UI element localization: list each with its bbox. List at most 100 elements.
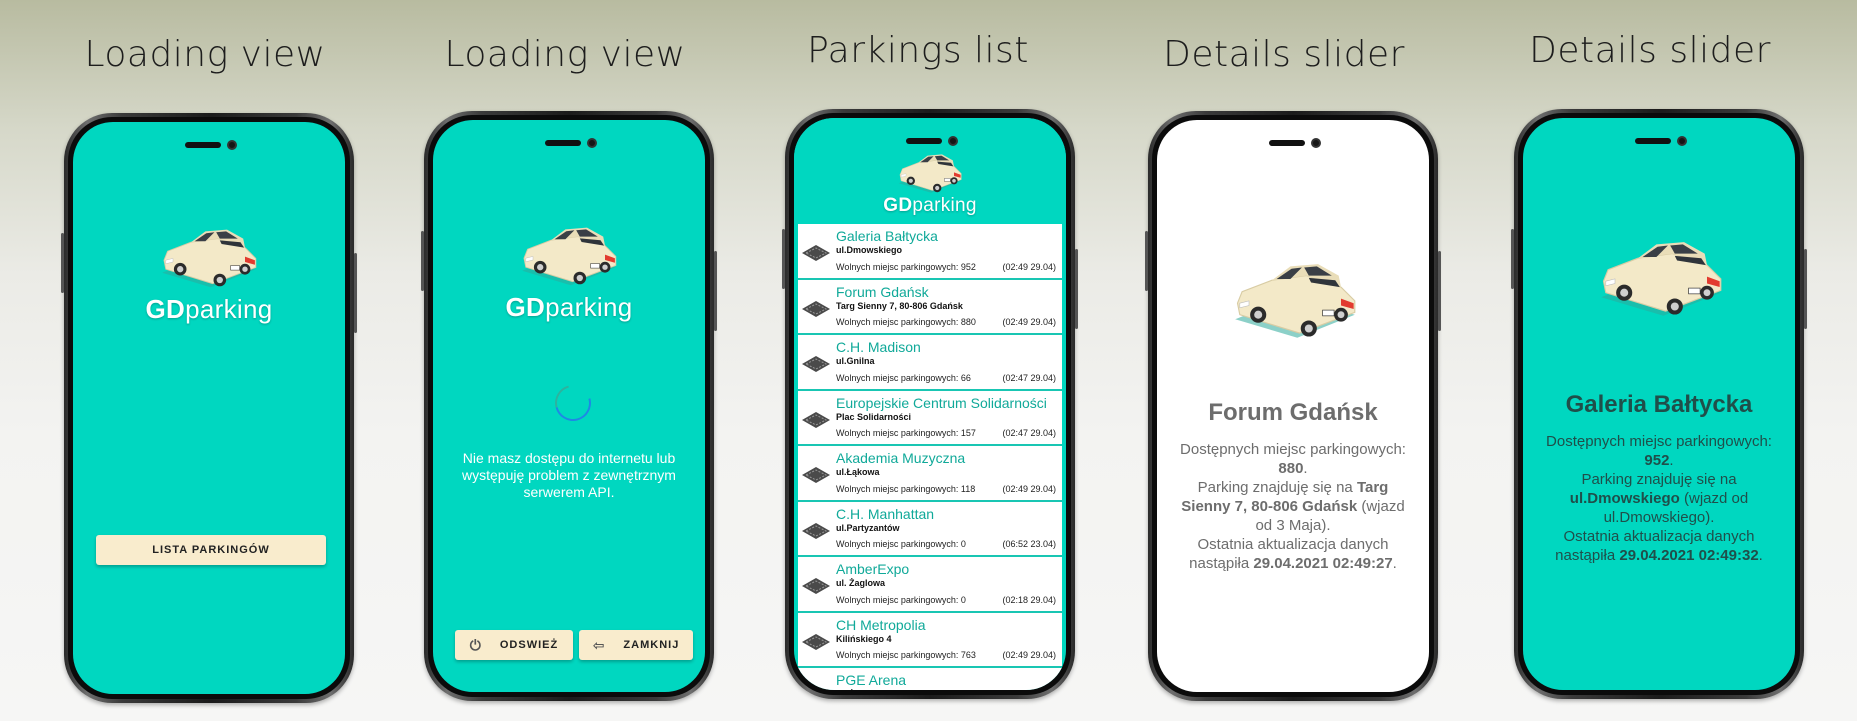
parking-address: ul. Żaglowa: [836, 689, 1062, 690]
parking-free-spaces: Wolnych miejsc parkingowych: 66: [836, 372, 971, 383]
update-value: 29.04.2021 02:49:27: [1253, 555, 1393, 572]
parking-update-time: (02:47 29.04): [1002, 372, 1056, 383]
speaker: [906, 138, 942, 144]
parkings-list[interactable]: Galeria Bałtycka ul.Dmowskiego Wolnych mie…: [798, 224, 1062, 690]
refresh-button[interactable]: ⏻ ODSWIEŻ: [455, 630, 573, 660]
parking-list-item[interactable]: Galeria Bałtycka ul.Dmowskiego Wolnych mie…: [798, 224, 1062, 280]
speaker: [185, 142, 221, 148]
parking-address: ul.Gnilna: [836, 356, 875, 366]
refresh-label: ODSWIEŻ: [499, 639, 559, 651]
parking-free-spaces: Wolnych miejsc parkingowych: 880: [836, 317, 976, 327]
parking-list-item[interactable]: AmberExpo ul. Żaglowa Wolnych miejsc parki…: [798, 557, 1062, 613]
camera: [1677, 136, 1687, 146]
parking-free-spaces: Wolnych miejsc parkingowych: 952: [836, 261, 976, 272]
phone-parkings-list: GDparking Galeria Bałtycka ul.Dmowskiego W…: [782, 109, 1078, 699]
loading-error-screen: GDparking Nie masz dostępu do internetu …: [433, 120, 705, 692]
parking-free-spaces: Wolnych miejsc parkingowych: 0: [836, 594, 966, 605]
parking-update-time: (02:49 29.04): [1002, 317, 1056, 327]
parking-list-item[interactable]: C.H. Manhattan ul.Partyzantów Wolnych miej…: [798, 502, 1062, 557]
location-prefix: Parking znajduję się na: [1581, 471, 1737, 488]
parking-update-time: (02:49 29.04): [1002, 261, 1056, 272]
camera: [587, 138, 597, 148]
parking-update-time: (02:49 29.04): [1002, 483, 1056, 494]
parking-icon: [801, 688, 831, 690]
panel-title-loading-2: Loading view: [444, 34, 686, 75]
parking-icon: [801, 244, 831, 262]
car-icon: [1600, 241, 1722, 317]
camera: [227, 140, 237, 150]
parking-name: C.H. Madison: [836, 339, 921, 355]
phone-loading-error-view: GDparking Nie masz dostępu do internetu …: [421, 111, 717, 701]
speaker: [545, 140, 581, 146]
parking-address: Kilińskiego 4: [836, 633, 892, 644]
brand-name: GDparking: [505, 292, 633, 322]
panel-title-loading-1: Loading view: [84, 34, 326, 75]
parking-update-time: (02:18 29.04): [1002, 594, 1056, 605]
camera: [1311, 138, 1321, 148]
parking-icon: [801, 633, 831, 650]
parking-list-item[interactable]: Akademia Muzyczna ul.Łąkowa Wolnych miejsc…: [798, 446, 1062, 502]
parking-icon: [801, 466, 831, 484]
loading-screen: GDparking LISTA PARKINGÓW: [73, 122, 345, 694]
parking-name: CH Metropolia: [836, 616, 926, 633]
speaker: [1269, 140, 1305, 146]
car-icon: [161, 229, 257, 288]
parking-icon: [801, 577, 831, 595]
update-value: 29.04.2021 02:49:32: [1619, 547, 1759, 564]
car-icon: [1234, 263, 1356, 339]
free-label: Dostępnych miejsc parkingowych:: [1180, 441, 1406, 458]
camera: [948, 136, 958, 146]
parking-update-time: (02:47 29.04): [1002, 428, 1056, 438]
parking-name: C.H. Manhattan: [836, 505, 935, 522]
parking-address: ul.Partyzantów: [836, 522, 900, 533]
parking-free-spaces: Wolnych miejsc parkingowych: 0: [836, 539, 966, 549]
car-icon: [898, 154, 962, 194]
parking-update-time: (06:52 23.04): [1002, 539, 1056, 549]
parking-name: Europejskie Centrum Solidarności: [836, 394, 1047, 411]
details-screen-forum: Forum Gdańsk Dostępnych miejsc parkingow…: [1157, 120, 1429, 692]
location-value: ul.Dmowskiego: [1569, 490, 1680, 507]
panel-title-details-1: Details slider: [1163, 34, 1405, 75]
close-button[interactable]: ⇦ ZAMKNIJ: [579, 630, 693, 660]
list-header: GDparking: [794, 118, 1066, 224]
panel-title-details-2: Details slider: [1529, 30, 1771, 71]
parking-details: Dostępnych miejsc parkingowych: 952. Par…: [1546, 433, 1772, 564]
free-value: 952: [1644, 452, 1670, 469]
parking-update-time: (02:49 29.04): [1002, 650, 1056, 660]
parking-name: Galeria Bałtycka: [1565, 391, 1753, 418]
parking-details: Dostępnych miejsc parkingowych: 880. Par…: [1180, 441, 1406, 572]
parking-address: ul. Żaglowa: [836, 578, 886, 588]
parking-name: Akademia Muzyczna: [836, 450, 966, 466]
parking-list-item[interactable]: Forum Gdańsk Targ Sienny 7, 80-806 Gdańsk…: [798, 280, 1062, 335]
phone-details-forum: Forum Gdańsk Dostępnych miejsc parkingow…: [1145, 111, 1441, 701]
exit-icon: ⇦: [592, 636, 606, 653]
parking-list-item[interactable]: CH Metropolia Kilińskiego 4 Wolnych miejsc…: [798, 613, 1062, 668]
parking-name: PGE Arena: [836, 672, 907, 688]
app-logo: GDparking: [73, 217, 345, 325]
location-prefix: Parking znajduję się na: [1197, 479, 1353, 496]
parking-address: Targ Sienny 7, 80-806 Gdańsk: [836, 300, 963, 311]
connection-error-message: Nie masz dostępu do internetu lub występ…: [462, 450, 676, 500]
parking-free-spaces: Wolnych miejsc parkingowych: 763: [836, 650, 976, 660]
free-label: Dostępnych miejsc parkingowych:: [1546, 433, 1772, 450]
parking-icon: [801, 522, 831, 539]
parkings-list-button[interactable]: LISTA PARKINGÓW: [96, 535, 326, 565]
phone-loading-view: GDparking LISTA PARKINGÓW: [61, 113, 357, 703]
parking-icon: [801, 300, 831, 317]
parking-icon: [801, 411, 831, 428]
parking-free-spaces: Wolnych miejsc parkingowych: 118: [836, 483, 976, 494]
parking-free-spaces: Wolnych miejsc parkingowych: 157: [836, 428, 976, 438]
parking-list-item[interactable]: PGE Arenaul. Żaglowa: [798, 668, 1062, 690]
parking-address: ul.Dmowskiego: [836, 245, 903, 255]
loading-spinner-track: [548, 378, 598, 428]
details-screen-galeria: Galeria Bałtycka Dostępnych miejsc parki…: [1523, 118, 1795, 690]
parking-list-item[interactable]: C.H. Madison ul.Gnilna Wolnych miejsc park…: [798, 335, 1062, 391]
speaker: [1635, 138, 1671, 144]
parking-list-item[interactable]: Europejskie Centrum Solidarności Plac Sol…: [798, 391, 1062, 446]
car-icon: [521, 227, 617, 286]
parking-name: AmberExpo: [836, 561, 910, 577]
parkings-list-screen: GDparking Galeria Bałtycka ul.Dmowskiego W…: [794, 118, 1066, 690]
parking-name: Forum Gdańsk: [836, 283, 929, 300]
brand-name: GDparking: [145, 294, 273, 324]
power-icon: ⏻: [469, 636, 482, 653]
